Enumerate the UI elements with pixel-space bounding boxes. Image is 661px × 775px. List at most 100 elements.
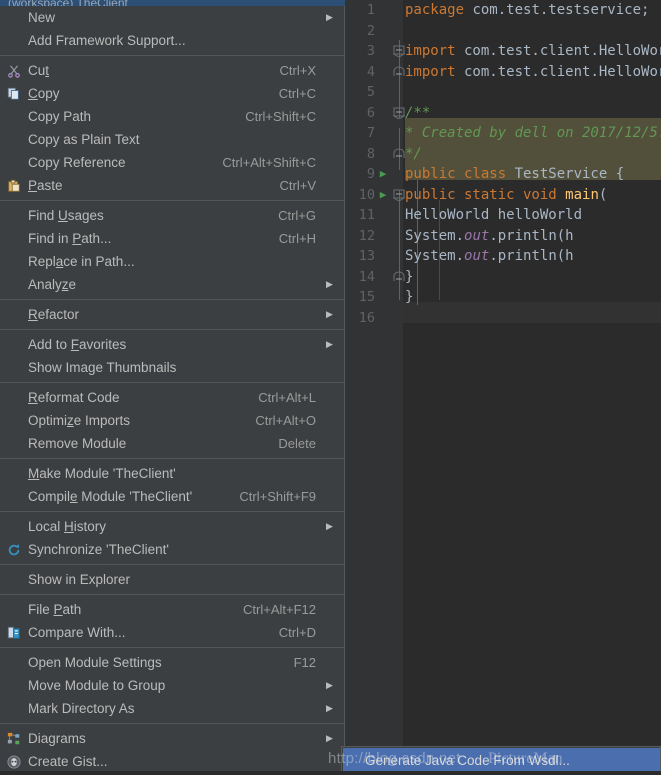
menu-item-new[interactable]: New ▶ — [0, 6, 344, 29]
submenu-arrow-icon: ▶ — [326, 279, 333, 289]
code-editor[interactable]: 1 package com.test.testservice; 2 3 import c… — [335, 0, 661, 775]
paste-icon — [6, 178, 22, 194]
menu-item-label: Remove Module — [28, 436, 127, 451]
menu-item-open-module-settings[interactable]: Open Module Settings F12 — [0, 651, 344, 674]
menu-item-label: File Path — [28, 602, 82, 617]
editor-line[interactable]: 8 */ — [335, 144, 661, 165]
editor-line[interactable]: 2 — [335, 21, 661, 42]
menu-item-label: Paste — [28, 178, 63, 193]
menu-item-label: Compile Module 'TheClient' — [28, 489, 193, 504]
menu-item-label: Compare With... — [28, 625, 126, 640]
menu-item-label: Synchronize 'TheClient' — [28, 542, 169, 557]
menu-item-show-image-thumbnails[interactable]: Show Image Thumbnails — [0, 356, 344, 379]
menu-separator — [0, 647, 344, 648]
menu-item-add-framework-support[interactable]: Add Framework Support... — [0, 29, 344, 52]
menu-item-label: Local History — [28, 519, 107, 534]
menu-item-copy[interactable]: Copy Ctrl+C — [0, 82, 344, 105]
fold-expand-icon[interactable] — [393, 107, 405, 119]
menu-item-copy-as-plain-text[interactable]: Copy as Plain Text — [0, 128, 344, 151]
menu-separator — [0, 594, 344, 595]
menu-item-remove-module[interactable]: Remove Module Delete — [0, 432, 344, 455]
gist-icon — [6, 754, 22, 770]
editor-line[interactable]: 10 ▶ public static void main( — [335, 185, 661, 206]
menu-item-replace-in-path[interactable]: Replace in Path... — [0, 250, 344, 273]
editor-line[interactable]: 3import com.test.client.HelloWorld; — [335, 41, 661, 62]
submenu-arrow-icon: ▶ — [326, 733, 333, 743]
menu-item-local-history[interactable]: Local History ▶ — [0, 515, 344, 538]
fold-end-icon[interactable] — [393, 148, 405, 160]
menu-item-show-in-explorer[interactable]: Show in Explorer — [0, 568, 344, 591]
webservices-submenu[interactable]: Generate Java Code From Wsdl... — [341, 746, 661, 774]
editor-line[interactable]: 5 — [335, 82, 661, 103]
menu-item-copy-reference[interactable]: Copy Reference Ctrl+Alt+Shift+C — [0, 151, 344, 174]
menu-item-shortcut: Ctrl+Alt+Shift+C — [222, 155, 316, 170]
fold-end-icon[interactable] — [393, 66, 405, 78]
editor-line[interactable]: 6/** — [335, 103, 661, 124]
cut-icon — [6, 63, 22, 79]
menu-item-move-module-to-group[interactable]: Move Module to Group ▶ — [0, 674, 344, 697]
menu-item-label: Open Module Settings — [28, 655, 162, 670]
editor-line[interactable]: 9 ▶ public class TestService { — [335, 164, 661, 185]
bottom-strip — [0, 771, 661, 775]
menu-item-add-to-favorites[interactable]: Add to Favorites ▶ — [0, 333, 344, 356]
editor-line[interactable]: 11 HelloWorld helloWorld — [335, 205, 661, 226]
run-gutter-icon[interactable]: ▶ — [377, 164, 389, 185]
menu-item-shortcut: Ctrl+Alt+L — [258, 390, 316, 405]
editor-line[interactable]: 13 System.out.println(h — [335, 246, 661, 267]
menu-item-no-icon — [6, 466, 22, 482]
fold-expand-icon[interactable] — [393, 189, 405, 201]
synchronize-icon — [6, 542, 22, 558]
editor-line[interactable]: 16 — [335, 308, 661, 329]
menu-item-refactor[interactable]: Refactor ▶ — [0, 303, 344, 326]
menu-item-synchronize-theclient[interactable]: Synchronize 'TheClient' — [0, 538, 344, 561]
menu-item-label: Copy as Plain Text — [28, 132, 140, 147]
menu-separator — [0, 299, 344, 300]
editor-line[interactable]: 15} — [335, 287, 661, 308]
menu-item-compare-with[interactable]: Compare With... Ctrl+D — [0, 621, 344, 644]
menu-item-find-usages[interactable]: Find Usages Ctrl+G — [0, 204, 344, 227]
menu-separator — [0, 55, 344, 56]
menu-item-file-path[interactable]: File Path Ctrl+Alt+F12 — [0, 598, 344, 621]
editor-line[interactable]: 4import com.test.client.HelloWorldServic… — [335, 62, 661, 83]
editor-line[interactable]: 7 * Created by dell on 2017/12/5. — [335, 123, 661, 144]
run-gutter-icon[interactable]: ▶ — [377, 185, 389, 206]
menu-separator — [0, 511, 344, 512]
code-text: * Created by dell on 2017/12/5. — [405, 125, 661, 141]
fold-end-icon[interactable] — [393, 271, 405, 283]
menu-item-shortcut: Ctrl+Alt+F12 — [243, 602, 316, 617]
menu-item-optimize-imports[interactable]: Optimize Imports Ctrl+Alt+O — [0, 409, 344, 432]
menu-item-mark-directory-as[interactable]: Mark Directory As ▶ — [0, 697, 344, 720]
menu-item-compile-module-theclient[interactable]: Compile Module 'TheClient' Ctrl+Shift+F9 — [0, 485, 344, 508]
menu-item-shortcut: Delete — [278, 436, 316, 451]
menu-item-shortcut: Ctrl+V — [279, 178, 316, 193]
menu-item-find-in-path[interactable]: Find in Path... Ctrl+H — [0, 227, 344, 250]
editor-line[interactable]: 14 } — [335, 267, 661, 288]
menu-separator — [0, 329, 344, 330]
code-text: public class TestService { — [405, 166, 625, 182]
menu-item-no-icon — [6, 254, 22, 270]
context-menu[interactable]: (workspace) TheClient New▶Add Framework … — [0, 0, 345, 775]
code-text: import com.test.client.HelloWorldService… — [405, 63, 661, 80]
menu-item-copy-path[interactable]: Copy Path Ctrl+Shift+C — [0, 105, 344, 128]
menu-item-label: Reformat Code — [28, 390, 120, 405]
menu-item-paste[interactable]: Paste Ctrl+V — [0, 174, 344, 197]
editor-line[interactable]: 1 package com.test.testservice; — [335, 0, 661, 21]
code-text: } — [405, 289, 414, 305]
menu-item-reformat-code[interactable]: Reformat Code Ctrl+Alt+L — [0, 386, 344, 409]
menu-item-no-icon — [6, 337, 22, 353]
menu-item-diagrams[interactable]: Diagrams ▶ — [0, 727, 344, 750]
context-menu-item-list[interactable]: New ▶ Add Framework Support... Cut Ctrl+X Cop… — [0, 0, 344, 775]
menu-item-cut[interactable]: Cut Ctrl+X — [0, 59, 344, 82]
editor-line[interactable]: 12 System.out.println(h — [335, 226, 661, 247]
menu-item-no-icon — [6, 10, 22, 26]
submenu-item-generate-java-code[interactable]: Generate Java Code From Wsdl... — [343, 748, 660, 772]
fold-expand-icon[interactable] — [393, 45, 405, 57]
menu-item-create-gist[interactable]: Create Gist... — [0, 750, 344, 773]
menu-item-make-module-theclient[interactable]: Make Module 'TheClient' — [0, 462, 344, 485]
menu-item-label: Refactor — [28, 307, 80, 322]
menu-item-analyze[interactable]: Analyze ▶ — [0, 273, 344, 296]
menu-item-no-icon — [6, 132, 22, 148]
menu-item-no-icon — [6, 655, 22, 671]
menu-item-label: Add to Favorites — [28, 337, 127, 352]
menu-item-shortcut: F12 — [293, 655, 316, 670]
